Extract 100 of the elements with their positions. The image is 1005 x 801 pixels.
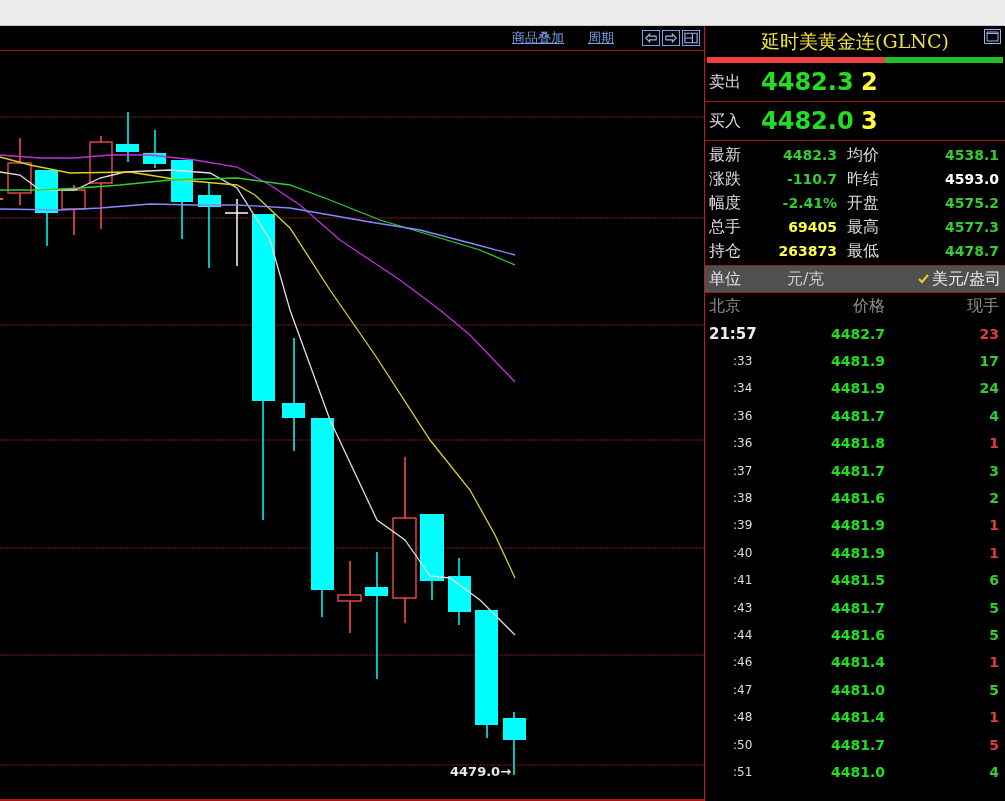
order-price: 4482.3 <box>761 68 855 96</box>
stat-label: 幅度 <box>709 192 742 214</box>
tick-volume: 4 <box>988 763 999 780</box>
unit-option[interactable]: 美元/盎司 <box>917 268 1001 290</box>
panel-layout-button[interactable] <box>682 30 700 46</box>
stat-label: 开盘 <box>847 192 880 214</box>
stat-value: 4538.1 <box>943 146 999 165</box>
candlestick <box>61 184 86 236</box>
tick-price: 4481.9 <box>829 517 885 534</box>
tick-volume: 1 <box>988 709 999 726</box>
column-header: 价格 <box>852 296 885 317</box>
tick-volume: 5 <box>988 681 999 698</box>
column-header: 现手 <box>966 296 999 317</box>
right-arrow-button[interactable] <box>662 30 680 46</box>
tick-volume: 1 <box>988 544 999 561</box>
tick-volume: 3 <box>988 462 999 479</box>
tick-price: 4481.6 <box>829 490 885 507</box>
order-side-label: 买入 <box>709 110 742 132</box>
tick-volume: 1 <box>988 654 999 671</box>
right-arrow-icon <box>663 31 679 45</box>
tick-time: :51 <box>732 764 754 779</box>
last-price-label: 4479.0→ <box>450 764 512 779</box>
stat-value: 4593.0 <box>943 170 999 189</box>
order-side-label: 卖出 <box>709 71 742 93</box>
tick-time: :48 <box>732 710 754 725</box>
column-header: 北京 <box>709 296 742 317</box>
stat-label: 最新 <box>709 144 742 166</box>
check-icon <box>917 274 929 284</box>
tick-volume: 24 <box>978 380 999 397</box>
stat-label: 涨跌 <box>709 168 742 190</box>
tick-price: 4481.7 <box>829 407 885 424</box>
candlestick <box>448 557 471 626</box>
tick-time: :40 <box>732 545 754 560</box>
candlestick <box>224 198 249 267</box>
toolbar-link[interactable]: 周期 <box>588 29 614 47</box>
tick-volume: 1 <box>988 435 999 452</box>
stat-label: 持仓 <box>709 240 742 262</box>
tick-volume: 5 <box>988 736 999 753</box>
tick-volume: 23 <box>978 325 999 342</box>
tick-price: 4481.0 <box>829 763 885 780</box>
stat-value: 263873 <box>777 242 838 261</box>
order-quantity: 3 <box>861 107 878 135</box>
stat-label: 最高 <box>847 216 880 238</box>
tick-time: :34 <box>732 381 754 396</box>
stat-value: 4478.7 <box>943 242 999 261</box>
stat-value: 69405 <box>787 218 838 237</box>
candlestick <box>0 198 4 200</box>
tick-time: :39 <box>732 518 754 533</box>
tick-time: :36 <box>732 408 754 423</box>
tick-time: :33 <box>732 354 754 369</box>
stat-value: 4482.3 <box>781 146 838 165</box>
tick-time: 21:57 <box>709 324 758 343</box>
toolbar-link[interactable]: 商品叠加 <box>512 29 564 47</box>
tick-price: 4481.0 <box>829 681 885 698</box>
candlestick <box>143 129 166 169</box>
tick-price: 4481.9 <box>829 380 885 397</box>
stat-value: 4575.2 <box>943 194 999 213</box>
tick-time: :43 <box>732 600 754 615</box>
tick-price: 4481.7 <box>829 462 885 479</box>
tick-price: 4481.7 <box>829 736 885 753</box>
tick-time: :38 <box>732 491 754 506</box>
stat-label: 最低 <box>847 240 880 262</box>
window-icon[interactable] <box>984 29 1001 44</box>
tick-time: :46 <box>732 655 754 670</box>
unit-option[interactable]: 元/克 <box>787 268 825 290</box>
stat-label: 总手 <box>709 216 742 238</box>
stat-value: -2.41% <box>781 194 838 213</box>
tick-price: 4481.9 <box>829 353 885 370</box>
tick-time: :44 <box>732 628 754 642</box>
tick-volume: 4 <box>988 407 999 424</box>
tick-price: 4481.8 <box>829 435 885 452</box>
order-price: 4482.0 <box>761 107 855 135</box>
tick-price: 4481.4 <box>829 709 885 726</box>
panel-layout-icon <box>683 31 699 45</box>
tick-price: 4481.5 <box>829 572 885 589</box>
tick-volume: 5 <box>988 599 999 616</box>
tick-time: :36 <box>732 436 754 451</box>
order-quantity: 2 <box>861 68 878 96</box>
tick-price: 4481.4 <box>829 654 885 671</box>
tick-volume: 1 <box>988 517 999 534</box>
tick-time: :50 <box>732 737 754 752</box>
tick-volume: 2 <box>988 490 999 507</box>
tick-price: 4482.7 <box>829 325 885 342</box>
instrument-title: 延时美黄金连(GLNC) <box>761 28 949 54</box>
tick-volume: 5 <box>988 627 999 643</box>
tick-volume: 6 <box>988 572 999 589</box>
stat-label: 均价 <box>847 144 880 166</box>
candlestick <box>7 137 32 206</box>
tick-time: :47 <box>732 682 754 697</box>
tick-time: :37 <box>732 463 754 478</box>
stat-label: 昨结 <box>847 168 880 190</box>
left-arrow-icon <box>643 31 659 45</box>
left-arrow-button[interactable] <box>642 30 660 46</box>
tick-price: 4481.9 <box>829 544 885 561</box>
tick-price: 4481.7 <box>829 599 885 616</box>
stat-value: 4577.3 <box>943 218 999 237</box>
unit-label: 单位 <box>709 268 742 290</box>
candlestick <box>116 111 139 163</box>
stat-value: -110.7 <box>785 170 838 189</box>
tick-price: 4481.6 <box>829 627 885 643</box>
